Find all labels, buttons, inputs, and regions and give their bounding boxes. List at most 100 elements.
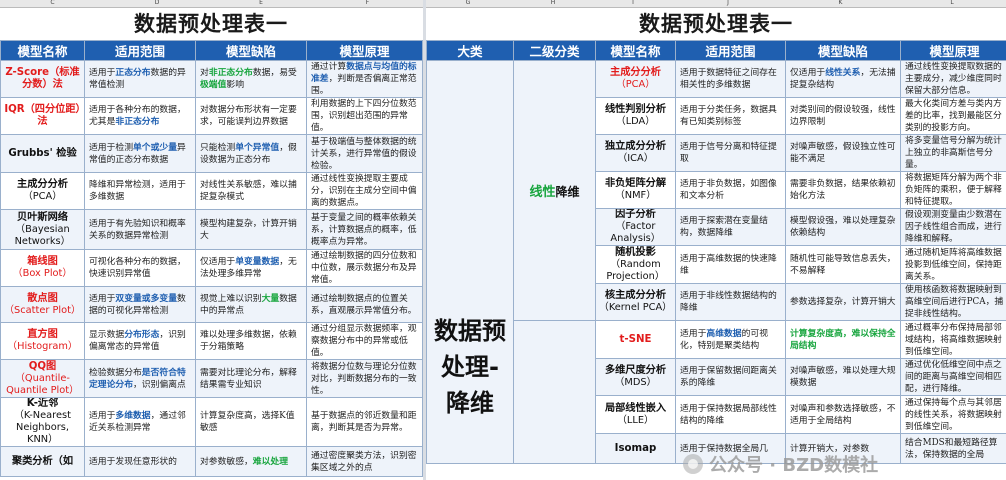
col-letter-c[interactable]: C	[0, 0, 105, 7]
right-scope-cell-4[interactable]: 适用于探索潜在变量结构，数据降维	[675, 208, 786, 246]
left-scope-cell-2[interactable]: 适用于检测单个或少量异常值的正态分布数据	[84, 134, 196, 173]
right-flaw-cell-0[interactable]: 仅适用于线性关系，无法捕捉复杂结构	[785, 60, 901, 98]
left-scope-cell-7[interactable]: 显示数据分布形态，识别偏离常态的异常值	[84, 322, 196, 360]
left-principle-cell-10[interactable]: 通过密度聚类方法，识别密集区域之外的点	[306, 446, 423, 477]
right-flaw-cell-9[interactable]: 对噪声和参数选择敏感，不适用于全局结构	[785, 395, 901, 434]
left-model-name-4[interactable]: 贝叶斯网络 （Bayesian Networks）	[0, 209, 85, 250]
right-model-name-5[interactable]: 随机投影 （Random Projection）	[595, 245, 676, 284]
left-principle-cell-3[interactable]: 通过线性变换提取主要成分，识别在主成分空间中偏离的数据点。	[306, 172, 423, 210]
right-principle-cell-8[interactable]: 通过优化低维空间中点之间的距离与高维空间相匹配，进行降维。	[900, 358, 1006, 396]
left-principle-cell-2[interactable]: 基于极端值与整体数据的统计关系，进行异常值的假设检验。	[306, 134, 423, 173]
left-flaw-cell-3[interactable]: 对线性关系敏感，难以捕捉复杂模式	[195, 172, 307, 210]
left-scope-cell-5[interactable]: 可视化各种分布的数据，快速识别异常值	[84, 249, 196, 287]
right-header-flaw[interactable]: 模型缺陷	[785, 40, 901, 61]
right-model-name-9[interactable]: 局部线性嵌入 （LLE）	[595, 395, 676, 434]
col-letter-j[interactable]: J	[673, 0, 783, 7]
right-header-principle[interactable]: 模型原理	[900, 40, 1006, 61]
left-scope-cell-6[interactable]: 适用于双变量或多变量数据的可视化异常检测	[84, 286, 196, 323]
right-model-name-3[interactable]: 非负矩阵分解 （NMF）	[595, 171, 676, 209]
col-letter-k[interactable]: K	[783, 0, 898, 7]
left-flaw-cell-4[interactable]: 模型构建复杂，计算开销大	[195, 209, 307, 250]
left-model-name-10[interactable]: 聚类分析（如	[0, 446, 85, 477]
left-principle-cell-5[interactable]: 通过绘制数据的四分位数和中位数，展示数据分布及异常值。	[306, 249, 423, 287]
left-principle-cell-1[interactable]: 利用数据的上下四分位数范围，识别超出范围的异常值。	[306, 97, 423, 135]
left-principle-cell-4[interactable]: 基于变量之间的概率依赖关系，计算数据点的概率，低概率点为异常。	[306, 209, 423, 250]
right-model-name-4[interactable]: 因子分析 （Factor Analysis）	[595, 208, 676, 246]
right-flaw-cell-6[interactable]: 参数选择复杂，计算开销大	[785, 283, 901, 321]
right-flaw-cell-5[interactable]: 随机性可能导致信息丢失，不易解释	[785, 245, 901, 284]
left-principle-cell-8[interactable]: 将数据分位数与理论分位数对比，判断数据分布的一致性。	[306, 359, 423, 398]
left-model-name-6[interactable]: 散点图 （Scatter Plot）	[0, 286, 85, 323]
left-model-name-9[interactable]: K-近邻 （K-Nearest Neighbors, KNN）	[0, 397, 85, 447]
right-model-name-2[interactable]: 独立成分分析 （ICA）	[595, 134, 676, 172]
right-scope-cell-7[interactable]: 适用于高维数据的可视化，特别是聚类结构	[675, 320, 786, 359]
col-letter-e[interactable]: E	[209, 0, 313, 7]
left-header-scope[interactable]: 适用范围	[84, 40, 196, 61]
right-model-name-0[interactable]: 主成分分析 （PCA）	[595, 60, 676, 98]
left-flaw-cell-0[interactable]: 对非正态分布数据，易受极端值影响	[195, 60, 307, 98]
left-flaw-cell-2[interactable]: 只能检测单个异常值，假设数据为正态分布	[195, 134, 307, 173]
right-model-name-1[interactable]: 线性判别分析 （LDA）	[595, 97, 676, 135]
left-header-principle[interactable]: 模型原理	[306, 40, 423, 61]
left-scope-cell-10[interactable]: 适用于发现任意形状的	[84, 446, 196, 477]
right-flaw-cell-3[interactable]: 需要非负数据，结果依赖初始化方法	[785, 171, 901, 209]
left-model-name-3[interactable]: 主成分分析 （PCA）	[0, 172, 85, 210]
right-flaw-cell-1[interactable]: 对类别间的假设较强，线性边界限制	[785, 97, 901, 135]
right-scope-cell-1[interactable]: 适用于分类任务，数据具有已知类别标签	[675, 97, 786, 135]
subcategory-cell[interactable]: 线性降维	[513, 60, 596, 321]
right-scope-cell-9[interactable]: 适用于保持数据局部线性结构的降维	[675, 395, 786, 434]
left-model-name-7[interactable]: 直方图 （Histogram）	[0, 322, 85, 360]
left-flaw-cell-8[interactable]: 需要对比理论分布，解释结果需专业知识	[195, 359, 307, 398]
col-letter-l[interactable]: L	[898, 0, 1006, 7]
right-model-name-7[interactable]: t-SNE	[595, 320, 676, 359]
left-principle-cell-0[interactable]: 通过计算数据点与均值的标准差，判断是否偏离正常范围。	[306, 60, 423, 98]
right-principle-cell-2[interactable]: 将多变量信号分解为统计上独立的非高斯信号分量。	[900, 134, 1006, 172]
col-letter-i[interactable]: I	[593, 0, 673, 7]
left-model-name-1[interactable]: IQR（四分位距）法	[0, 97, 85, 135]
right-principle-cell-3[interactable]: 将数据矩阵分解为两个非负矩阵的乘积，便于解释和特征提取。	[900, 171, 1006, 209]
right-principle-cell-7[interactable]: 通过概率分布保持局部邻域结构，将高维数据映射到低维空间。	[900, 320, 1006, 359]
left-scope-cell-3[interactable]: 降维和异常检测，适用于多维数据	[84, 172, 196, 210]
right-scope-cell-5[interactable]: 适用于高维数据的快速降维	[675, 245, 786, 284]
right-flaw-cell-7[interactable]: 计算复杂度高，难以保持全局结构	[785, 320, 901, 359]
col-letter-d[interactable]: D	[105, 0, 209, 7]
right-principle-cell-5[interactable]: 通过随机矩阵将高维数据投影到低维空间，保持距离关系。	[900, 245, 1006, 284]
left-model-name-5[interactable]: 箱线图 （Box Plot）	[0, 249, 85, 287]
left-model-name-0[interactable]: Z-Score（标准分数）法	[0, 60, 85, 98]
left-header-name[interactable]: 模型名称	[0, 40, 85, 61]
col-letter-f[interactable]: F	[313, 0, 422, 7]
subcategory-cell-nonlinear[interactable]	[513, 320, 596, 464]
left-flaw-cell-6[interactable]: 视觉上难以识别大量数据中的异常点	[195, 286, 307, 323]
right-flaw-cell-8[interactable]: 对噪声敏感，难以处理大规模数据	[785, 358, 901, 396]
left-scope-cell-9[interactable]: 适用于多维数据，通过邻近关系检测异常	[84, 397, 196, 447]
right-model-name-8[interactable]: 多维尺度分析 （MDS）	[595, 358, 676, 396]
right-header-scope[interactable]: 适用范围	[675, 40, 786, 61]
left-flaw-cell-7[interactable]: 难以处理多维数据，依赖于分箱策略	[195, 322, 307, 360]
right-scope-cell-2[interactable]: 适用于信号分离和特征提取	[675, 134, 786, 172]
right-header-category[interactable]: 大类	[426, 40, 514, 61]
right-model-name-6[interactable]: 核主成分分析 （Kernel PCA）	[595, 283, 676, 321]
left-model-name-2[interactable]: Grubbs' 检验	[0, 134, 85, 173]
right-principle-cell-4[interactable]: 假设观测变量由少数潜在因子线性组合而成，进行降维和解释。	[900, 208, 1006, 246]
left-scope-cell-1[interactable]: 适用于各种分布的数据，尤其是非正态分布	[84, 97, 196, 135]
col-letter-g[interactable]: G	[423, 0, 513, 7]
right-flaw-cell-4[interactable]: 模型假设强，难以处理复杂依赖结构	[785, 208, 901, 246]
left-principle-cell-9[interactable]: 基于数据点的邻近数量和距离，判断其是否为异常。	[306, 397, 423, 447]
right-principle-cell-1[interactable]: 最大化类间方差与类内方差的比率，找到最能区分类别的投影方向。	[900, 97, 1006, 135]
right-scope-cell-8[interactable]: 适用于保留数据间距离关系的降维	[675, 358, 786, 396]
left-header-flaw[interactable]: 模型缺陷	[195, 40, 307, 61]
left-model-name-8[interactable]: QQ图 （Quantile-Quantile Plot）	[0, 359, 85, 398]
right-header-subcategory[interactable]: 二级分类	[513, 40, 596, 61]
left-scope-cell-4[interactable]: 适用于有先验知识和概率关系的数据异常检测	[84, 209, 196, 250]
left-flaw-cell-1[interactable]: 对数据分布形状有一定要求，可能误判边界数据	[195, 97, 307, 135]
left-flaw-cell-9[interactable]: 计算复杂度高，选择K值敏感	[195, 397, 307, 447]
right-scope-cell-6[interactable]: 适用于非线性数据结构的降维	[675, 283, 786, 321]
left-flaw-cell-10[interactable]: 对参数敏感，难以处理	[195, 446, 307, 477]
left-scope-cell-8[interactable]: 检验数据分布是否符合特定理论分布，识别偏离点	[84, 359, 196, 398]
left-flaw-cell-5[interactable]: 仅适用于单变量数据，无法处理多维异常	[195, 249, 307, 287]
left-principle-cell-6[interactable]: 通过绘制数据点的位置关系，直观展示异常值分布。	[306, 286, 423, 323]
right-principle-cell-9[interactable]: 通过保持每个点与其邻居的线性关系，将数据映射到低维空间。	[900, 395, 1006, 434]
left-scope-cell-0[interactable]: 适用于正态分布数据的异常值检测	[84, 60, 196, 98]
right-principle-cell-0[interactable]: 通过线性变换提取数据的主要成分，减少维度同时保留大部分信息。	[900, 60, 1006, 98]
left-principle-cell-7[interactable]: 通过分组显示数据频率，观察数据分布中的异常或低值。	[306, 322, 423, 360]
